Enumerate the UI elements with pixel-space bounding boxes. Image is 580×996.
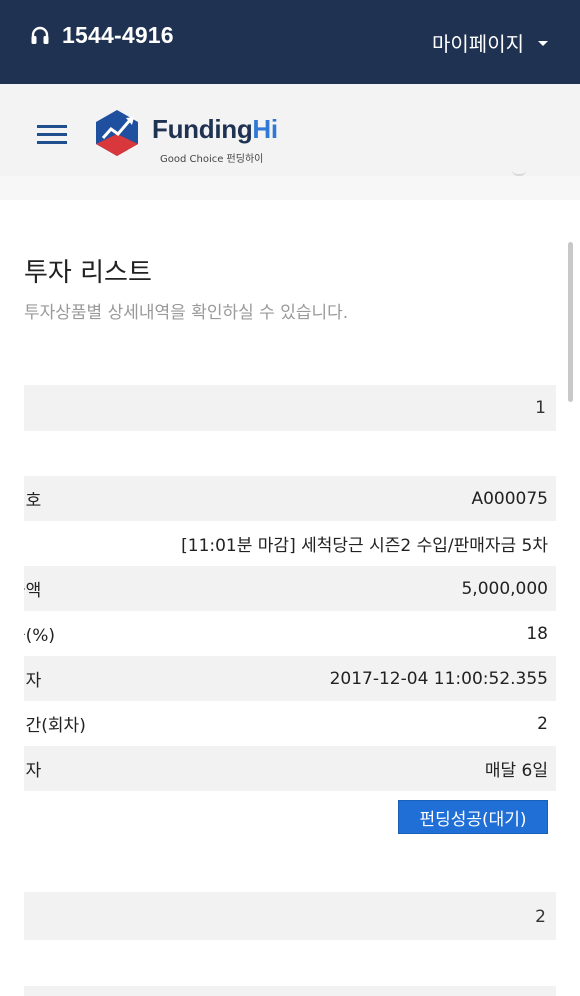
investment-index-row: 1	[24, 385, 556, 431]
field-value: [11:01분 마감] 세척당근 시즌2 수입/판매자금 5차	[181, 536, 548, 556]
field-value: A000075	[471, 488, 548, 509]
headset-icon	[31, 26, 49, 44]
phone-contact[interactable]: 1544-4916	[30, 22, 174, 49]
field-label: 기간(회차)	[24, 716, 86, 736]
phone-number: 1544-4916	[62, 22, 174, 48]
field-value: 5,000,000	[461, 578, 548, 599]
field-value: 매달 6일	[484, 761, 548, 781]
brand-name-main: Funding	[152, 114, 253, 144]
field-value: 18	[526, 623, 548, 644]
table-row: 률(%) 18	[24, 611, 556, 656]
page-subtitle: 투자상품별 상세내역을 확인하실 수 있습니다.	[24, 303, 349, 323]
table-row: 번호 A000075	[24, 476, 556, 521]
mypage-label: 마이페이지	[432, 32, 524, 56]
site-header	[0, 84, 580, 176]
investment-index: 1	[535, 398, 546, 418]
field-label: 률(%)	[24, 626, 56, 646]
field-value: 2	[537, 713, 548, 734]
hamburger-icon[interactable]	[37, 125, 67, 145]
field-label: 명	[24, 531, 26, 556]
mypage-dropdown[interactable]: 마이페이지	[432, 28, 548, 57]
top-bar: 1544-4916 마이페이지	[0, 0, 580, 84]
field-label: 일자	[24, 671, 42, 691]
fundinghi-logo[interactable]	[94, 108, 140, 158]
table-row	[24, 986, 556, 996]
investment-detail-table: 번호 A000075 명 [11:01분 마감] 세척당근 시즌2 수입/판매자…	[24, 476, 556, 791]
table-row: 일자 2017-12-04 11:00:52.355	[24, 656, 556, 701]
table-row: 명 [11:01분 마감] 세척당근 시즌2 수입/판매자금 5차	[24, 521, 556, 566]
field-label: 금액	[24, 581, 42, 601]
field-label: 일자	[24, 761, 42, 781]
funding-status-button[interactable]: 펀딩성공(대기)	[398, 800, 548, 834]
table-row: 금액 5,000,000	[24, 566, 556, 611]
investment-index: 2	[535, 907, 546, 927]
brand-name: FundingHi	[152, 114, 278, 145]
field-label: 번호	[24, 491, 42, 511]
scrollbar[interactable]	[568, 242, 573, 402]
investment-index-row: 2	[24, 892, 556, 940]
table-row: 일자 매달 6일	[24, 746, 556, 791]
page-title: 투자 리스트	[24, 258, 152, 288]
brand-tagline: Good Choice 펀딩하이	[160, 154, 264, 165]
field-value: 2017-12-04 11:00:52.355	[329, 668, 548, 689]
table-row: 기간(회차) 2	[24, 701, 556, 746]
brand-name-accent: Hi	[252, 114, 278, 144]
caret-down-icon	[538, 41, 548, 46]
header-divider	[0, 176, 580, 200]
